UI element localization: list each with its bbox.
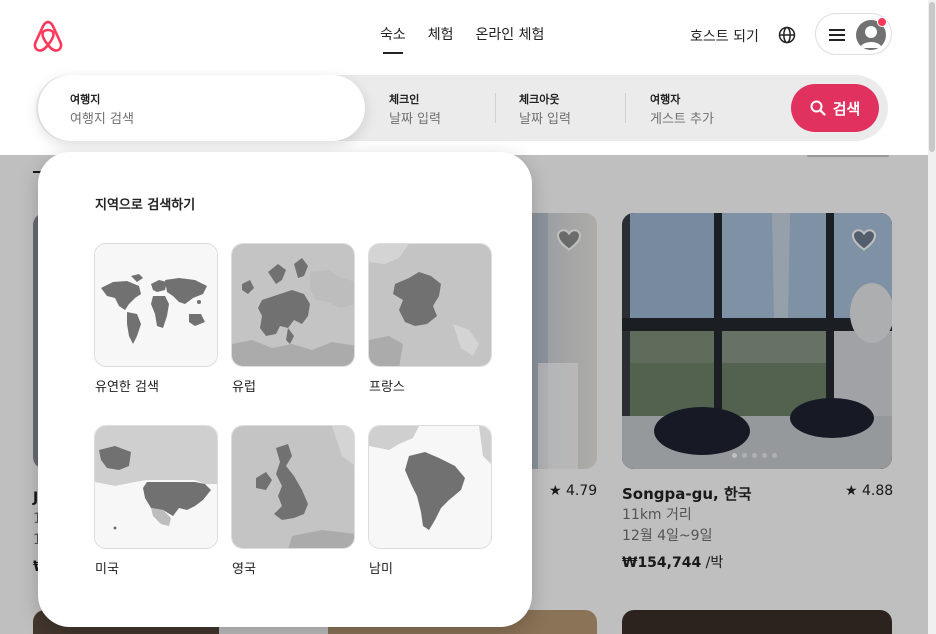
checkin-input[interactable]: 날짜 입력 [389,108,441,127]
checkout-field[interactable]: 체크아웃 날짜 입력 [519,75,639,141]
search-divider [625,93,626,123]
panel-title: 지역으로 검색하기 [95,198,196,213]
scrollbar-thumb[interactable] [929,2,935,152]
top-header: 숙소 체험 온라인 체험 호스트 되기 여행지 여행지 검색 체크인 날짜 입력… [0,0,936,155]
main-nav: 숙소 체험 온라인 체험 [380,24,544,54]
guests-label: 여행자 [650,93,681,106]
destination-field[interactable]: 여행지 여행지 검색 [38,75,365,141]
search-icon [810,100,826,116]
uk-map-icon [231,425,355,549]
region-name: 유럽 [232,380,256,395]
search-button[interactable]: 검색 [791,84,879,132]
become-host-link[interactable]: 호스트 되기 [690,26,759,46]
world-map-icon [94,243,218,367]
page-scrollbar[interactable] [928,0,936,634]
checkin-label: 체크인 [389,93,420,106]
notification-dot [877,17,887,27]
region-name: 영국 [232,562,256,577]
destination-input[interactable]: 여행지 검색 [70,108,134,127]
search-divider [495,93,496,123]
guests-field[interactable]: 여행자 게스트 추가 [650,75,780,141]
region-flexible[interactable]: 유연한 검색 [94,243,218,395]
region-name: 유연한 검색 [95,380,159,395]
search-bar: 여행지 여행지 검색 체크인 날짜 입력 체크아웃 날짜 입력 여행자 게스트 … [36,75,888,141]
tab-online-experiences[interactable]: 온라인 체험 [476,24,545,54]
region-france[interactable]: 프랑스 [368,243,492,395]
globe-icon[interactable] [777,25,797,45]
south-america-map-icon [368,425,492,549]
tab-stays[interactable]: 숙소 [380,24,406,54]
usa-map-icon [94,425,218,549]
checkout-input[interactable]: 날짜 입력 [519,108,571,127]
france-map-icon [368,243,492,367]
search-button-label: 검색 [832,99,861,118]
guests-input[interactable]: 게스트 추가 [650,108,714,127]
region-europe[interactable]: 유럽 [231,243,355,395]
region-name: 남미 [369,562,393,577]
checkout-label: 체크아웃 [519,93,560,106]
europe-map-icon [231,243,355,367]
region-name: 프랑스 [369,380,405,395]
region-usa[interactable]: 미국 [94,425,218,577]
hamburger-icon [829,29,845,41]
checkin-field[interactable]: 체크인 날짜 입력 [389,75,509,141]
region-uk[interactable]: 영국 [231,425,355,577]
region-south-america[interactable]: 남미 [368,425,492,577]
airbnb-logo-icon[interactable] [31,18,65,54]
region-name: 미국 [95,562,119,577]
region-search-panel: 지역으로 검색하기 유연한 검색 유럽 프랑스 미국 영국 남미 [38,152,532,627]
user-menu-button[interactable] [815,13,892,55]
tab-experiences[interactable]: 체험 [428,24,454,54]
destination-label: 여행지 [70,93,101,106]
